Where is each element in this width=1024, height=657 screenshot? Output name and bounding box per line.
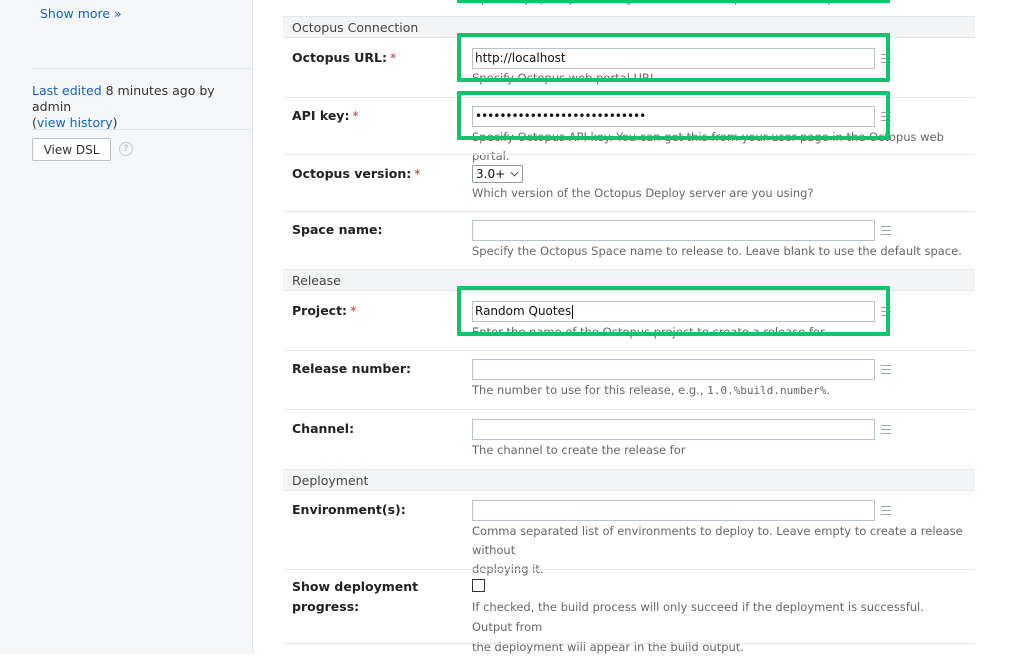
show-deployment-progress-help: If checked, the build process will only … [472,597,967,657]
octopus-url-label-text: Octopus URL: [292,50,387,65]
channel-input[interactable] [472,419,875,440]
octopus-version-value: 3.0+ [476,167,506,181]
sidebar-divider [32,129,252,130]
api-key-label-text: API key: [292,108,350,123]
row-divider [283,569,975,570]
octopus-url-label: Octopus URL: * [292,48,452,68]
octopus-version-label: Octopus version: * [292,164,452,184]
project-input[interactable]: Random Quotes [472,301,875,322]
section-release: Release [283,269,975,291]
project-input-value: Random Quotes [475,304,572,318]
space-name-help: Specify the Octopus Space name to releas… [472,244,962,258]
show-deployment-progress-label-line2: progress: [292,599,360,614]
notes-icon[interactable] [881,54,891,63]
last-edited-link[interactable]: Last edited [32,83,102,98]
notes-icon[interactable] [881,112,891,121]
notes-icon[interactable] [881,365,891,374]
octopus-version-select[interactable]: 3.0+ [472,165,523,183]
channel-label: Channel: [292,421,355,436]
api-key-help: Specify Octopus API key. You can get thi… [472,130,944,163]
octopus-url-input[interactable]: http://localhost [472,48,875,69]
row-divider [283,643,975,644]
api-key-input[interactable]: •••••••••••••••••••••••••••• [472,106,875,127]
octopus-url-help: Specify Octopus web portal URL [472,71,657,85]
environments-help-line1: Comma separated list of environments to … [472,524,963,557]
show-deployment-progress-checkbox[interactable] [472,579,485,592]
release-number-input[interactable] [472,359,875,380]
environments-label: Environment(s): [292,502,406,517]
view-dsl-button[interactable]: View DSL [32,138,111,161]
show-deployment-progress-help-line1: If checked, the build process will only … [472,600,924,634]
section-octopus-connection: Octopus Connection [283,16,975,38]
sidebar: Show more » Last edited 8 minutes ago by… [0,0,253,654]
show-deployment-progress-label-line1: Show deployment [292,579,419,594]
notes-icon[interactable] [881,307,891,316]
question-circle-icon[interactable]: ? [119,142,133,156]
notes-icon[interactable] [881,226,891,235]
section-deployment: Deployment [283,469,975,491]
notes-icon[interactable] [881,425,891,434]
build-step-form: Optionally specify to distinguish this b… [283,0,975,654]
row-divider [283,350,975,351]
last-edited-info: Last edited 8 minutes ago by admin (view… [32,83,252,131]
release-number-label: Release number: [292,361,411,376]
history-close-paren: ) [112,115,118,130]
text-caret [572,304,574,319]
chevron-down-icon [510,168,519,177]
row-divider [283,211,975,212]
space-name-label: Space name: [292,222,383,237]
required-marker: * [350,303,357,318]
project-label: Project: * [292,301,452,321]
release-number-help-text: The number to use for this release, e.g.… [472,383,708,397]
view-history-link[interactable]: view history [37,115,113,130]
release-number-help-suffix: . [826,383,831,397]
environments-help: Comma separated list of environments to … [472,522,967,579]
row-divider [283,97,975,98]
octopus-version-help: Which version of the Octopus Deploy serv… [472,186,814,200]
notes-icon[interactable] [881,506,891,515]
step-name-help: Optionally specify to distinguish this b… [472,0,967,8]
project-help: Enter the name of the Octopus project to… [472,325,825,339]
row-divider [283,154,975,155]
environments-input[interactable] [472,500,875,521]
space-name-input[interactable] [472,220,875,241]
required-marker: * [414,166,421,181]
show-more-link[interactable]: Show more » [40,6,122,21]
sidebar-divider [32,68,252,69]
row-divider [283,409,975,410]
show-deployment-progress-label: Show deployment progress: [292,577,452,617]
release-number-example: 1.0.%build.number% [707,384,827,397]
release-number-help: The number to use for this release, e.g.… [472,381,967,400]
api-key-label: API key: * [292,106,452,126]
channel-help: The channel to create the release for [472,443,686,457]
required-marker: * [352,108,359,123]
required-marker: * [389,50,397,65]
project-label-text: Project: [292,303,348,318]
octopus-version-label-text: Octopus version: [292,166,412,181]
